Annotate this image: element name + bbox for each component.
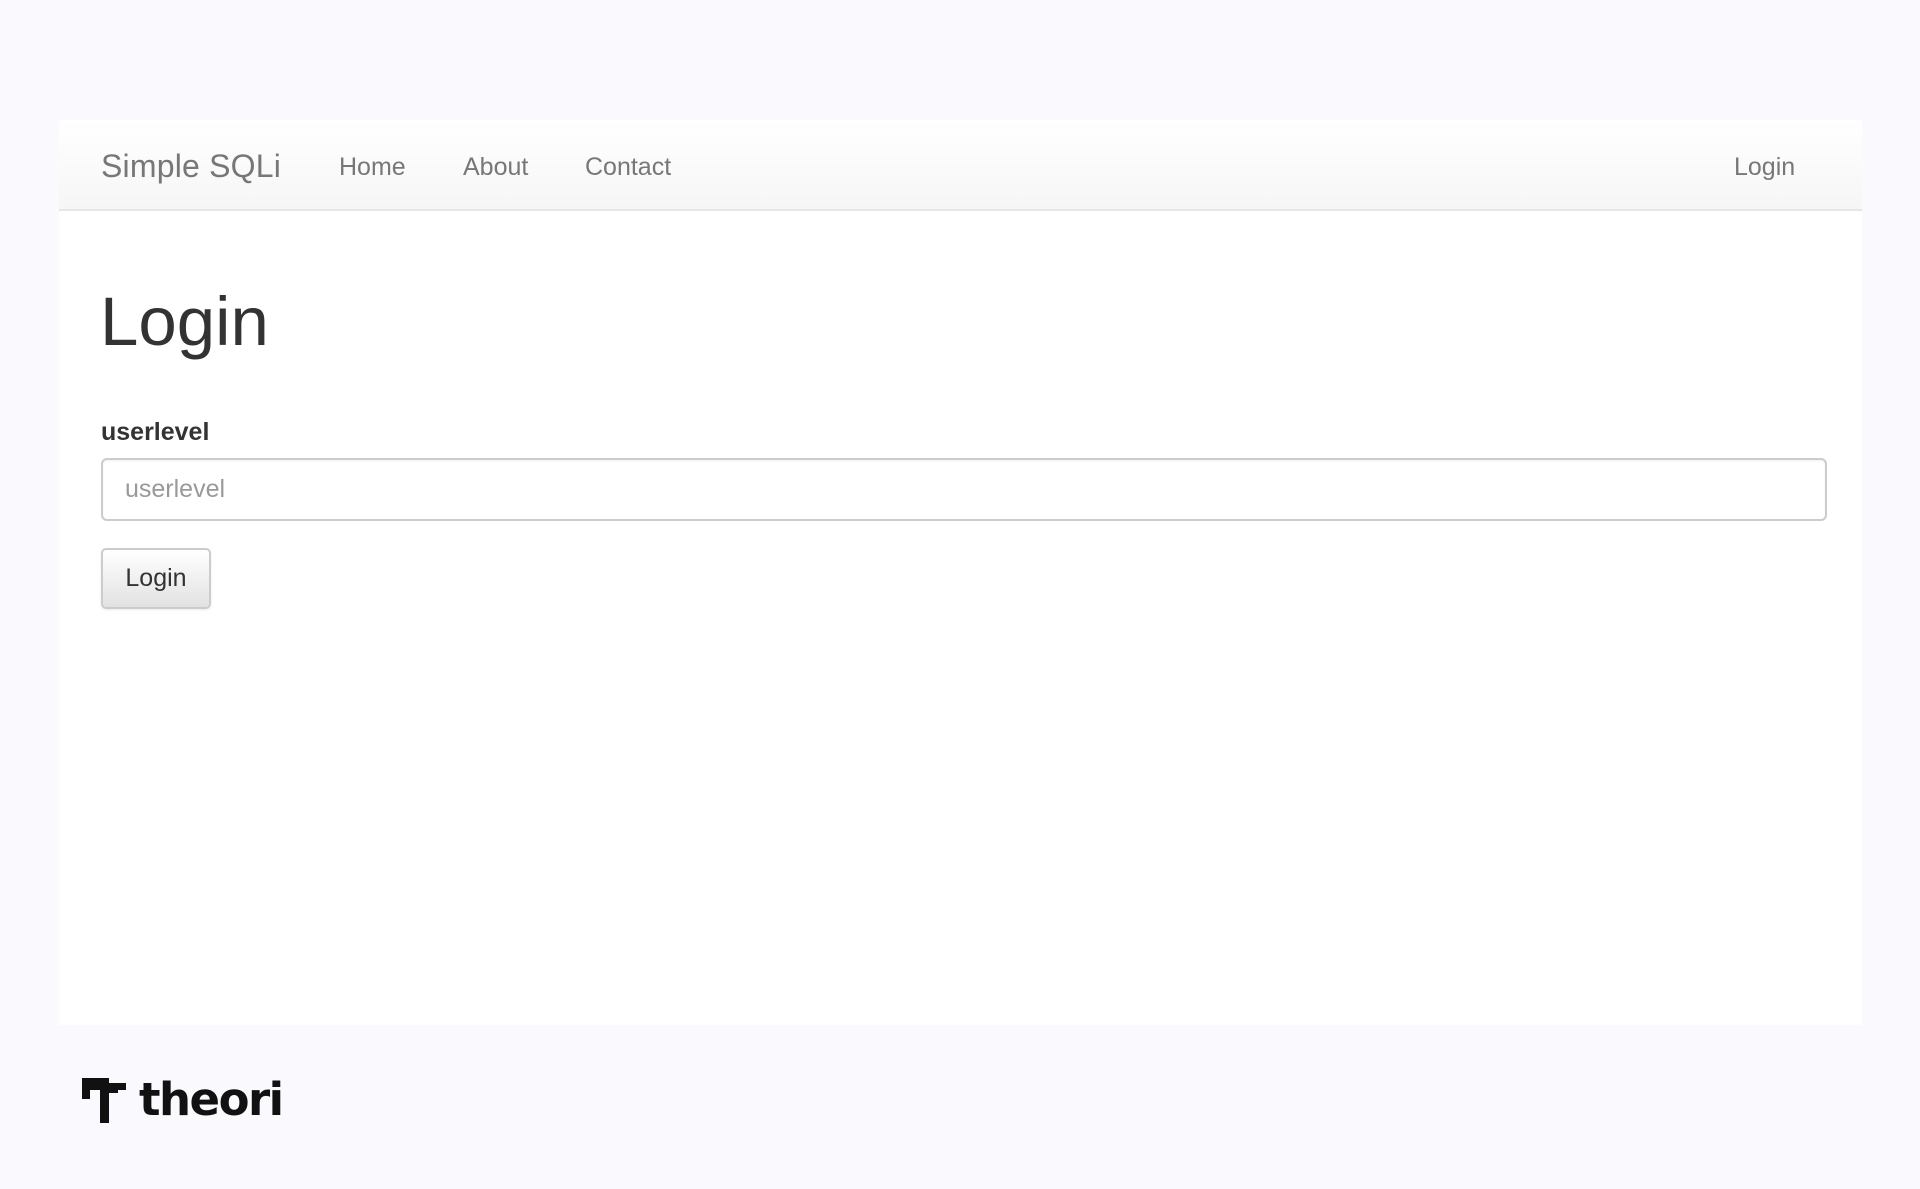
top-navbar: Simple SQLi Home About Contact Login [59,120,1862,211]
theori-logo-text: theori [139,1073,284,1126]
nav-home-link[interactable]: Home [339,152,406,182]
login-submit-button[interactable]: Login [101,548,211,609]
nav-contact-link[interactable]: Contact [585,152,671,182]
browser-content: Simple SQLi Home About Contact Login Log… [59,120,1862,1025]
theori-logo-icon [82,1078,126,1123]
page-title: Login [100,283,269,360]
theori-logo: theori [82,1073,284,1126]
nav-about-link[interactable]: About [463,152,528,182]
brand-link[interactable]: Simple SQLi [101,147,281,185]
nav-login-link[interactable]: Login [1734,152,1795,182]
userlevel-label: userlevel [101,418,210,446]
userlevel-input[interactable] [101,458,1827,521]
